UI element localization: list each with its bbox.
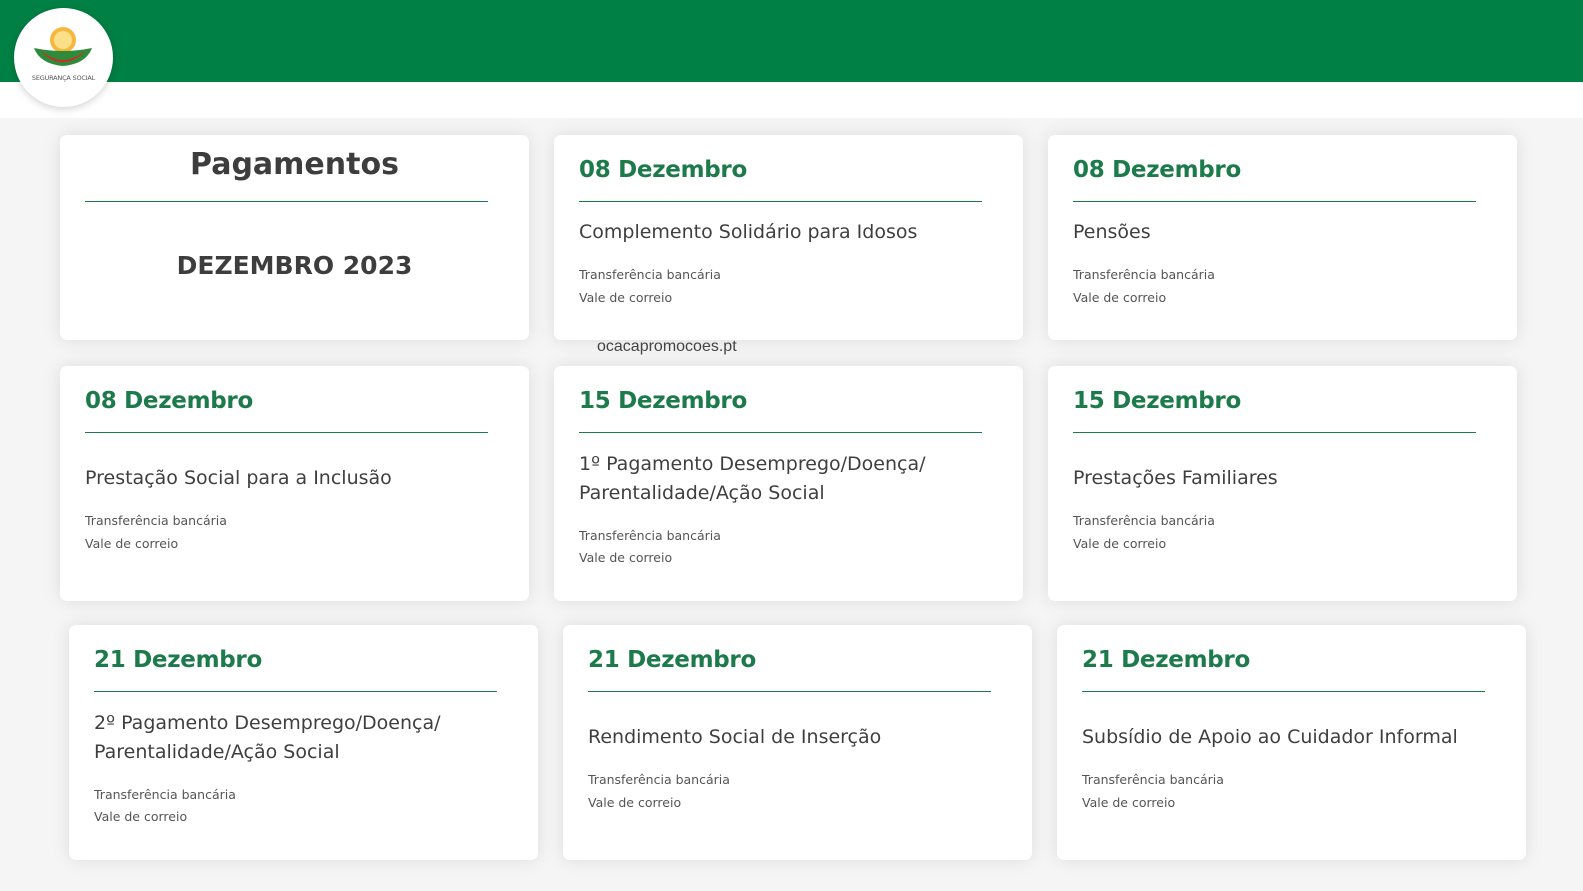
- divider: [1073, 201, 1476, 202]
- payment-method-postal: Vale de correio: [1073, 290, 1167, 305]
- payment-method-postal: Vale de correio: [588, 795, 682, 810]
- payment-method-transfer: Transferência bancária: [588, 772, 730, 787]
- payment-method-transfer: Transferência bancária: [1073, 513, 1215, 528]
- payment-date: 08 Dezembro: [1073, 157, 1241, 183]
- logo-emblem-icon: [34, 27, 92, 66]
- payment-date: 21 Dezembro: [94, 647, 262, 673]
- payment-card: 21 Dezembro Rendimento Social de Inserçã…: [563, 625, 1032, 860]
- divider: [579, 432, 982, 433]
- payment-card: 08 Dezembro Pensões Transferência bancár…: [1048, 135, 1517, 340]
- payment-card: 08 Dezembro Prestação Social para a Incl…: [60, 366, 529, 601]
- divider: [94, 691, 497, 692]
- benefit-name: Prestação Social para a Inclusão: [85, 467, 392, 489]
- payment-method-postal: Vale de correio: [1073, 536, 1167, 551]
- divider: [579, 201, 982, 202]
- payment-date: 15 Dezembro: [1073, 388, 1241, 414]
- divider: [1073, 432, 1476, 433]
- benefit-name: Pensões: [1073, 221, 1151, 243]
- divider: [85, 201, 488, 202]
- summary-card: Pagamentos DEZEMBRO 2023: [60, 135, 529, 340]
- payment-date: 15 Dezembro: [579, 388, 747, 414]
- payment-method-transfer: Transferência bancária: [85, 513, 227, 528]
- benefit-name-line2: Parentalidade/Ação Social: [94, 741, 340, 763]
- payment-method-postal: Vale de correio: [94, 809, 188, 824]
- benefit-name-line1: 2º Pagamento Desemprego/Doença/: [94, 712, 441, 734]
- logo-text: SEGURANÇA SOCIAL: [31, 74, 96, 82]
- benefit-name: Rendimento Social de Inserção: [588, 726, 882, 748]
- page-title: Pagamentos: [190, 147, 399, 182]
- benefit-name: Prestações Familiares: [1073, 467, 1278, 489]
- period-label: DEZEMBRO 2023: [176, 251, 413, 280]
- payment-date: 08 Dezembro: [579, 157, 747, 183]
- divider: [1082, 691, 1485, 692]
- payment-date: 21 Dezembro: [588, 647, 756, 673]
- divider: [85, 432, 488, 433]
- payment-method-transfer: Transferência bancária: [1073, 267, 1215, 282]
- watermark-text: ocacapromocoes.pt: [597, 338, 737, 355]
- payment-method-transfer: Transferência bancária: [579, 267, 721, 282]
- payment-method-postal: Vale de correio: [579, 550, 673, 565]
- payment-method-postal: Vale de correio: [85, 536, 179, 551]
- payment-date: 08 Dezembro: [85, 388, 253, 414]
- payment-card: 08 Dezembro Complemento Solidário para I…: [554, 135, 1023, 340]
- benefit-name-line2: Parentalidade/Ação Social: [579, 482, 825, 504]
- payment-method-transfer: Transferência bancária: [1082, 772, 1224, 787]
- payment-card: 21 Dezembro Subsídio de Apoio ao Cuidado…: [1057, 625, 1526, 860]
- payment-date: 21 Dezembro: [1082, 647, 1250, 673]
- benefit-name-line1: 1º Pagamento Desemprego/Doença/: [579, 453, 926, 475]
- payment-card: 15 Dezembro Prestações Familiares Transf…: [1048, 366, 1517, 601]
- seguranca-social-logo[interactable]: SEGURANÇA SOCIAL: [14, 8, 113, 107]
- payment-method-postal: Vale de correio: [1082, 795, 1176, 810]
- payment-card: 21 Dezembro 2º Pagamento Desemprego/Doen…: [69, 625, 538, 860]
- payment-method-transfer: Transferência bancária: [94, 787, 236, 802]
- payment-card: 15 Dezembro 1º Pagamento Desemprego/Doen…: [554, 366, 1023, 601]
- benefit-name: Complemento Solidário para Idosos: [579, 221, 918, 243]
- header-bar: [0, 0, 1583, 82]
- payment-method-transfer: Transferência bancária: [579, 528, 721, 543]
- benefit-name: Subsídio de Apoio ao Cuidador Informal: [1082, 726, 1458, 748]
- payment-method-postal: Vale de correio: [579, 290, 673, 305]
- divider: [588, 691, 991, 692]
